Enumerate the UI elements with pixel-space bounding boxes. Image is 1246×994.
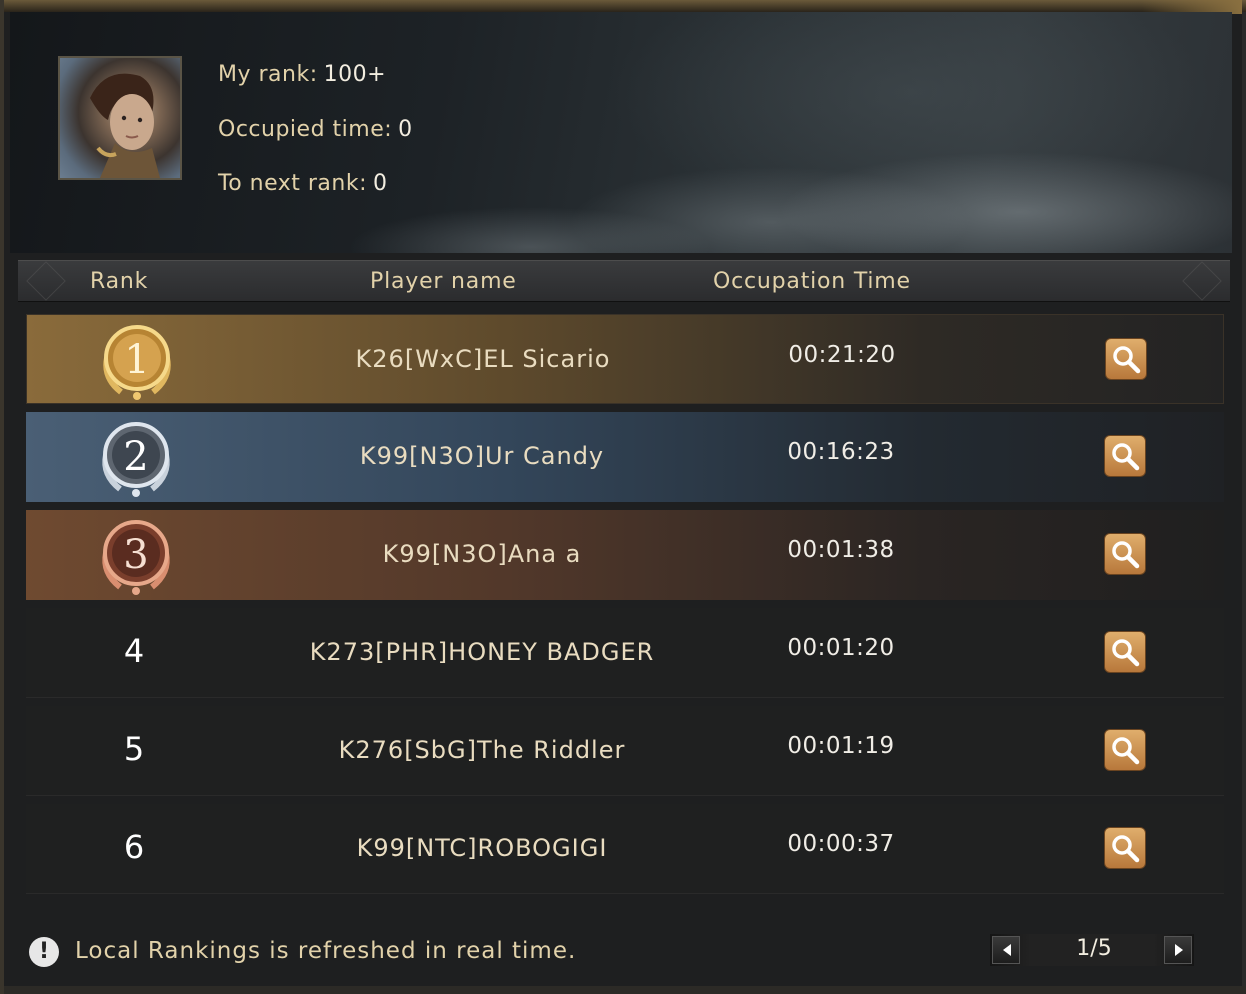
medal-rank-number: 1 [124, 337, 149, 383]
occupation-time: 00:01:20 [787, 635, 895, 661]
table-row[interactable]: 5 K276[SbG]The Riddler 00:01:19 [26, 706, 1224, 796]
column-header-player-name: Player name [370, 269, 517, 294]
my-rank-label: My rank: [218, 62, 318, 87]
header-ornament-left [26, 261, 66, 301]
view-player-button[interactable] [1104, 435, 1146, 477]
profile-header: My rank: 100+ Occupied time: 0 To next ran… [10, 12, 1232, 253]
occupied-time-value: 0 [398, 117, 413, 142]
player-name: K99[NTC]ROBOGIGI [356, 834, 608, 862]
player-name: K99[N3O]Ana a [382, 540, 582, 568]
avatar-portrait-icon [90, 73, 160, 178]
column-header-occupation-time: Occupation Time [713, 269, 911, 294]
rank-number: 4 [123, 632, 145, 670]
occupied-time-line: Occupied time: 0 [218, 117, 413, 142]
search-icon [1112, 639, 1140, 667]
next-page-button[interactable] [1164, 936, 1192, 964]
view-player-button[interactable] [1105, 338, 1147, 380]
rank-number: 6 [123, 828, 145, 866]
table-row[interactable]: 3 K99[N3O]Ana a 00:01:38 [26, 510, 1224, 600]
player-avatar [58, 56, 182, 180]
occupation-time: 00:16:23 [787, 439, 895, 465]
search-icon [1112, 443, 1140, 471]
pagination: 1/5 [990, 934, 1194, 966]
next-rank-label: To next rank: [218, 171, 368, 196]
leaderboard-panel: My rank: 100+ Occupied time: 0 To next ran… [0, 0, 1246, 994]
table-row[interactable]: 6 K99[NTC]ROBOGIGI 00:00:37 [26, 804, 1224, 894]
occupation-time: 00:01:19 [787, 733, 895, 759]
header-ornament-right [1182, 261, 1222, 301]
table-row[interactable]: 1 K26[WxC]EL Sicario 00:21:20 [26, 314, 1224, 404]
next-rank-value: 0 [373, 171, 388, 196]
silver-medal-icon: 2 [102, 422, 170, 497]
table-header: Rank Player name Occupation Time [18, 260, 1230, 302]
view-player-button[interactable] [1104, 729, 1146, 771]
view-player-button[interactable] [1104, 533, 1146, 575]
view-player-button[interactable] [1104, 827, 1146, 869]
search-icon [1112, 737, 1140, 765]
occupation-time: 00:00:37 [787, 831, 895, 857]
player-name: K26[WxC]EL Sicario [355, 345, 611, 373]
panel-top-border [4, 0, 1246, 12]
gold-medal-icon: 1 [103, 325, 171, 400]
search-icon [1112, 541, 1140, 569]
column-header-rank: Rank [90, 269, 149, 294]
my-rank-value: 100+ [323, 62, 387, 87]
search-icon [1112, 835, 1140, 863]
occupied-time-label: Occupied time: [218, 117, 393, 142]
page-indicator: 1/5 [1076, 936, 1112, 961]
exclamation-icon: ! [29, 937, 59, 967]
rank-number: 5 [123, 730, 145, 768]
panel-bottom-border [4, 986, 1246, 994]
medal-rank-number: 2 [123, 434, 148, 480]
my-rank-line: My rank: 100+ [218, 62, 386, 87]
table-row[interactable]: 2 K99[N3O]Ur Candy 00:16:23 [26, 412, 1224, 502]
player-name: K276[SbG]The Riddler [338, 736, 626, 764]
next-rank-line: To next rank: 0 [218, 171, 388, 196]
refresh-notice: Local Rankings is refreshed in real time… [75, 938, 577, 964]
medal-rank-number: 3 [123, 532, 148, 578]
occupation-time: 00:21:20 [788, 342, 896, 368]
occupation-time: 00:01:38 [787, 537, 895, 563]
search-icon [1113, 346, 1141, 374]
view-player-button[interactable] [1104, 631, 1146, 673]
player-name: K99[N3O]Ur Candy [359, 442, 605, 470]
triangle-right-icon [1175, 944, 1183, 956]
previous-page-button[interactable] [992, 936, 1020, 964]
table-row[interactable]: 4 K273[PHR]HONEY BADGER 00:01:20 [26, 608, 1224, 698]
player-name: K273[PHR]HONEY BADGER [309, 638, 655, 666]
triangle-left-icon [1003, 944, 1011, 956]
bronze-medal-icon: 3 [102, 520, 170, 595]
